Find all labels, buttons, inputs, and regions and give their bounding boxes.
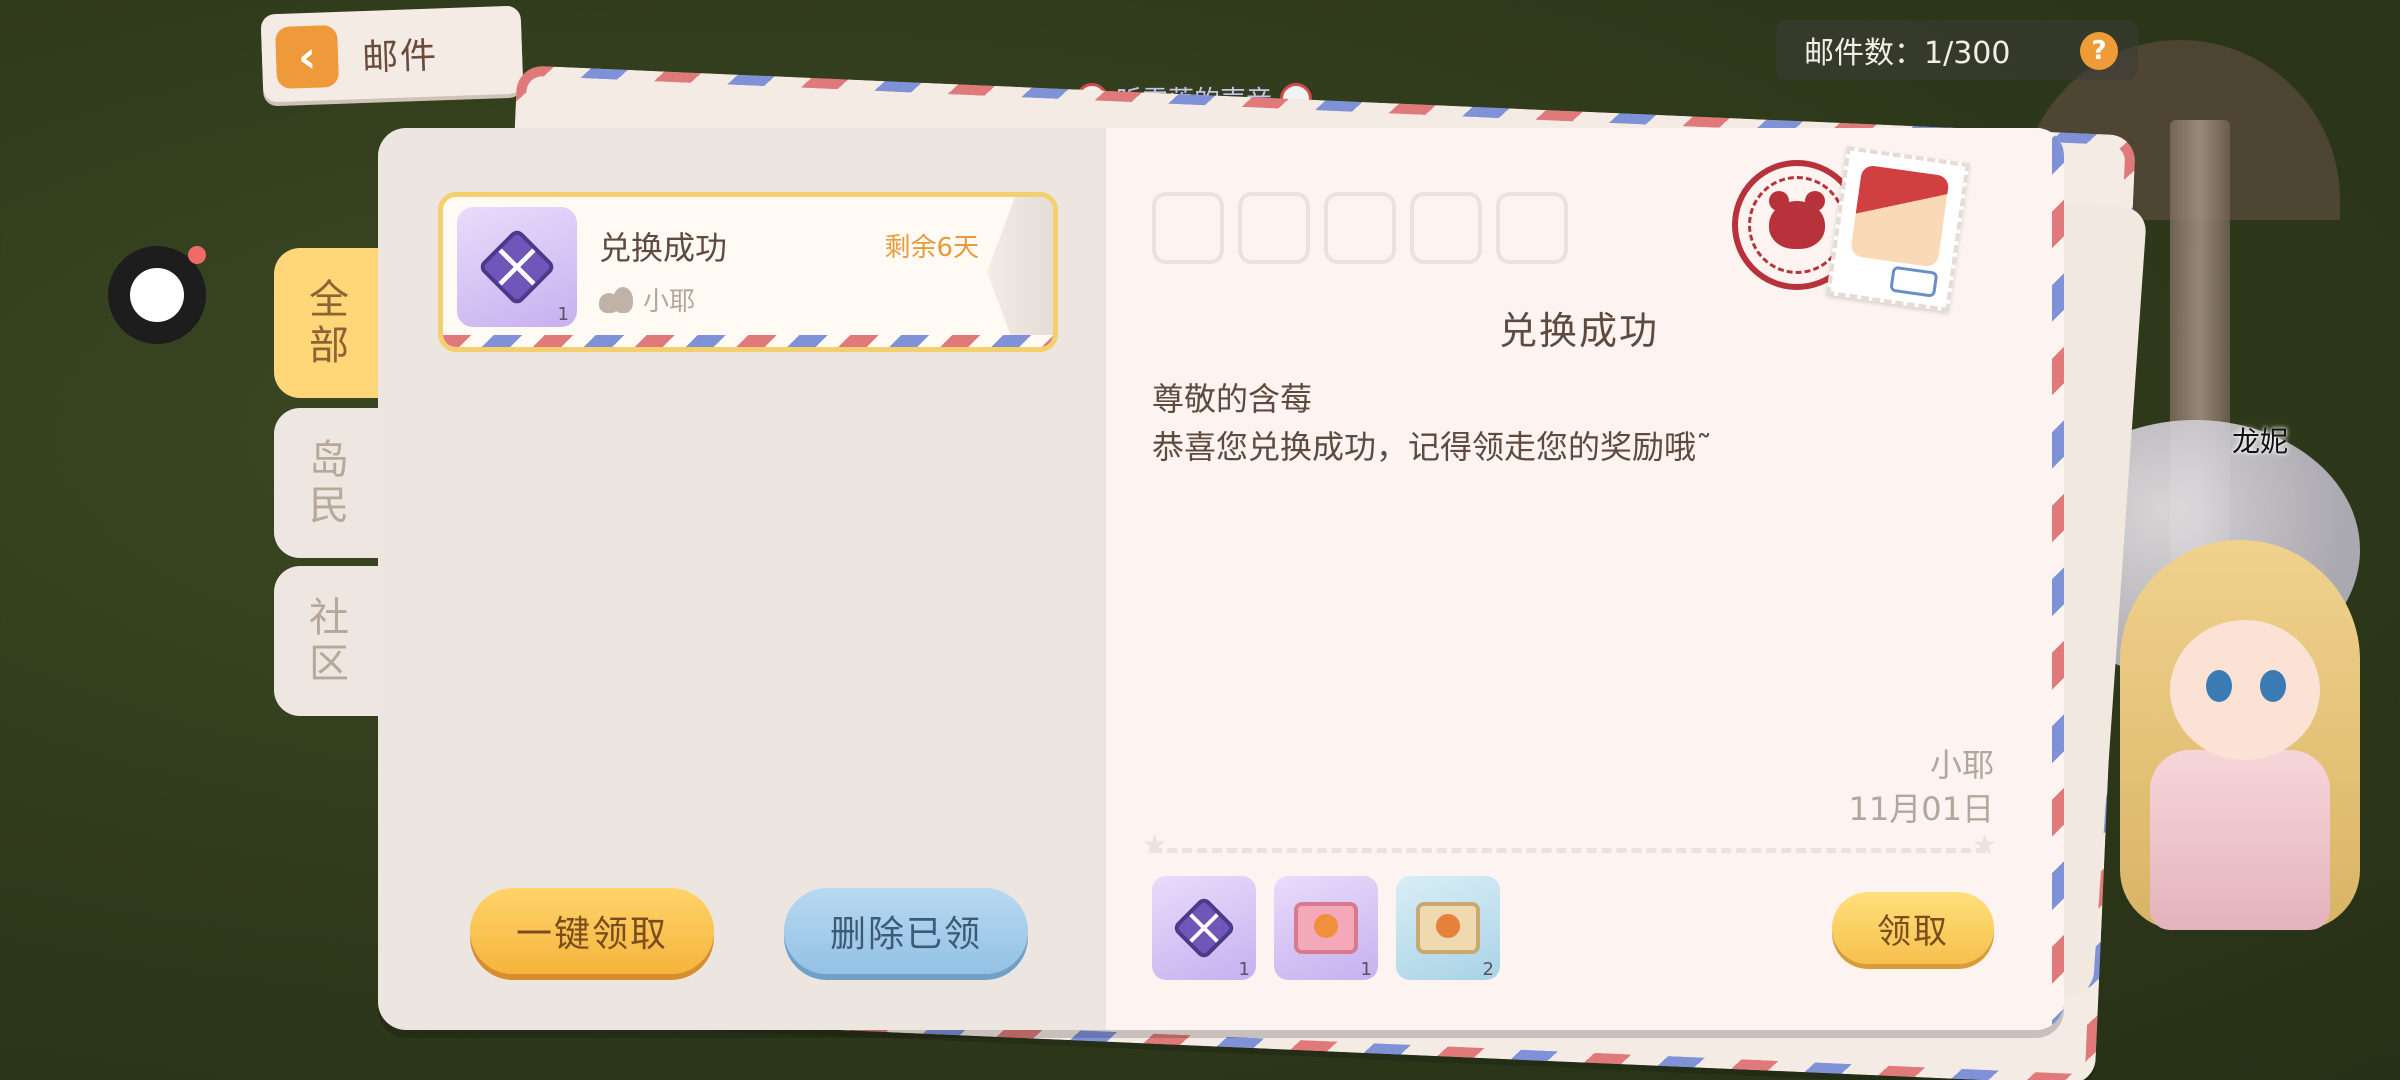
item-thumbnail: 1 bbox=[457, 207, 577, 327]
mail-panel: 1 兑换成功 剩余6天 小耶 一键领取 删除已领 兑换成功 尊敬的含莓 恭喜您兑… bbox=[378, 128, 2064, 1030]
detail-sender: 小耶 bbox=[1929, 746, 1994, 784]
mail-remaining: 剩余6天 bbox=[884, 233, 979, 263]
reward-qty: 1 bbox=[1360, 959, 1372, 980]
divider: ★ ★ bbox=[1142, 831, 1997, 859]
postal-box bbox=[1238, 192, 1310, 264]
star-icon: ★ bbox=[1972, 828, 1998, 861]
detail-greeting: 尊敬的含莓 bbox=[1152, 380, 1313, 418]
character-dress bbox=[2150, 750, 2330, 930]
back-button[interactable]: ‹ 邮件 bbox=[260, 5, 524, 103]
tab-char: 区 bbox=[309, 641, 349, 687]
help-icon[interactable]: ? bbox=[2080, 32, 2118, 70]
mail-count-label: 邮件数：1/300 bbox=[1804, 36, 2011, 71]
reward-item[interactable]: 1 bbox=[1152, 876, 1256, 980]
tab-community[interactable]: 社 区 bbox=[274, 566, 384, 716]
stamp-icon bbox=[1826, 146, 1970, 312]
claim-all-button[interactable]: 一键领取 bbox=[470, 888, 714, 974]
envelope-fold bbox=[987, 197, 1053, 347]
tab-char: 全 bbox=[309, 277, 349, 323]
chevron-left-icon: ‹ bbox=[274, 24, 340, 90]
floating-menu-button[interactable] bbox=[108, 246, 206, 344]
tab-char: 民 bbox=[309, 483, 349, 529]
npc-character[interactable] bbox=[2110, 510, 2400, 940]
mail-title: 兑换成功 bbox=[599, 229, 728, 267]
reward-qty: 2 bbox=[1482, 959, 1494, 980]
mail-sender: 小耶 bbox=[599, 281, 695, 318]
tan-box-icon bbox=[1416, 902, 1480, 954]
postal-box bbox=[1152, 192, 1224, 264]
purple-diamond-icon bbox=[1171, 895, 1237, 961]
tab-islanders[interactable]: 岛 民 bbox=[274, 408, 384, 558]
postal-box bbox=[1496, 192, 1568, 264]
postal-box bbox=[1410, 192, 1482, 264]
reward-item[interactable]: 2 bbox=[1396, 876, 1500, 980]
postal-box bbox=[1324, 192, 1396, 264]
detail-body: 恭喜您兑换成功，记得领走您的奖励哦˜ bbox=[1152, 428, 1713, 466]
list-item[interactable]: 1 兑换成功 剩余6天 小耶 bbox=[438, 192, 1058, 352]
star-icon: ★ bbox=[1142, 828, 1168, 861]
claim-button[interactable]: 领取 bbox=[1832, 892, 1994, 964]
page-title: 邮件 bbox=[361, 35, 439, 80]
stamp-face bbox=[1849, 164, 1950, 268]
circle-icon bbox=[130, 268, 184, 322]
people-icon bbox=[599, 286, 633, 313]
mail-list-pane: 1 兑换成功 剩余6天 小耶 一键领取 删除已领 bbox=[378, 128, 1106, 1030]
airmail-icon bbox=[1889, 265, 1939, 298]
reward-qty: 1 bbox=[1238, 959, 1250, 980]
postal-code-boxes bbox=[1152, 192, 1568, 264]
character-eye bbox=[2260, 670, 2286, 702]
detail-date: 11月01日 bbox=[1848, 790, 1994, 828]
delete-claimed-button[interactable]: 删除已领 bbox=[784, 888, 1028, 974]
detail-title: 兑换成功 bbox=[1498, 309, 1659, 353]
npc-name: 龙妮 bbox=[2232, 425, 2289, 458]
tab-all[interactable]: 全 部 bbox=[274, 248, 384, 398]
purple-diamond-icon bbox=[477, 227, 557, 307]
reward-item[interactable]: 1 bbox=[1274, 876, 1378, 980]
notification-dot bbox=[188, 246, 206, 264]
mail-detail-pane: 兑换成功 尊敬的含莓 恭喜您兑换成功，记得领走您的奖励哦˜ 小耶 11月01日 … bbox=[1106, 128, 2064, 1030]
character-face bbox=[2170, 620, 2320, 760]
tab-char: 社 bbox=[309, 595, 349, 641]
tab-char: 部 bbox=[309, 323, 349, 369]
mail-count-bar: 邮件数：1/300 ? bbox=[1776, 20, 2138, 80]
item-qty: 1 bbox=[557, 304, 569, 325]
tab-char: 岛 bbox=[309, 437, 349, 483]
character-eye bbox=[2206, 670, 2232, 702]
mail-sender-name: 小耶 bbox=[643, 287, 696, 317]
pink-box-icon bbox=[1294, 902, 1358, 954]
bear-icon bbox=[1769, 191, 1825, 249]
